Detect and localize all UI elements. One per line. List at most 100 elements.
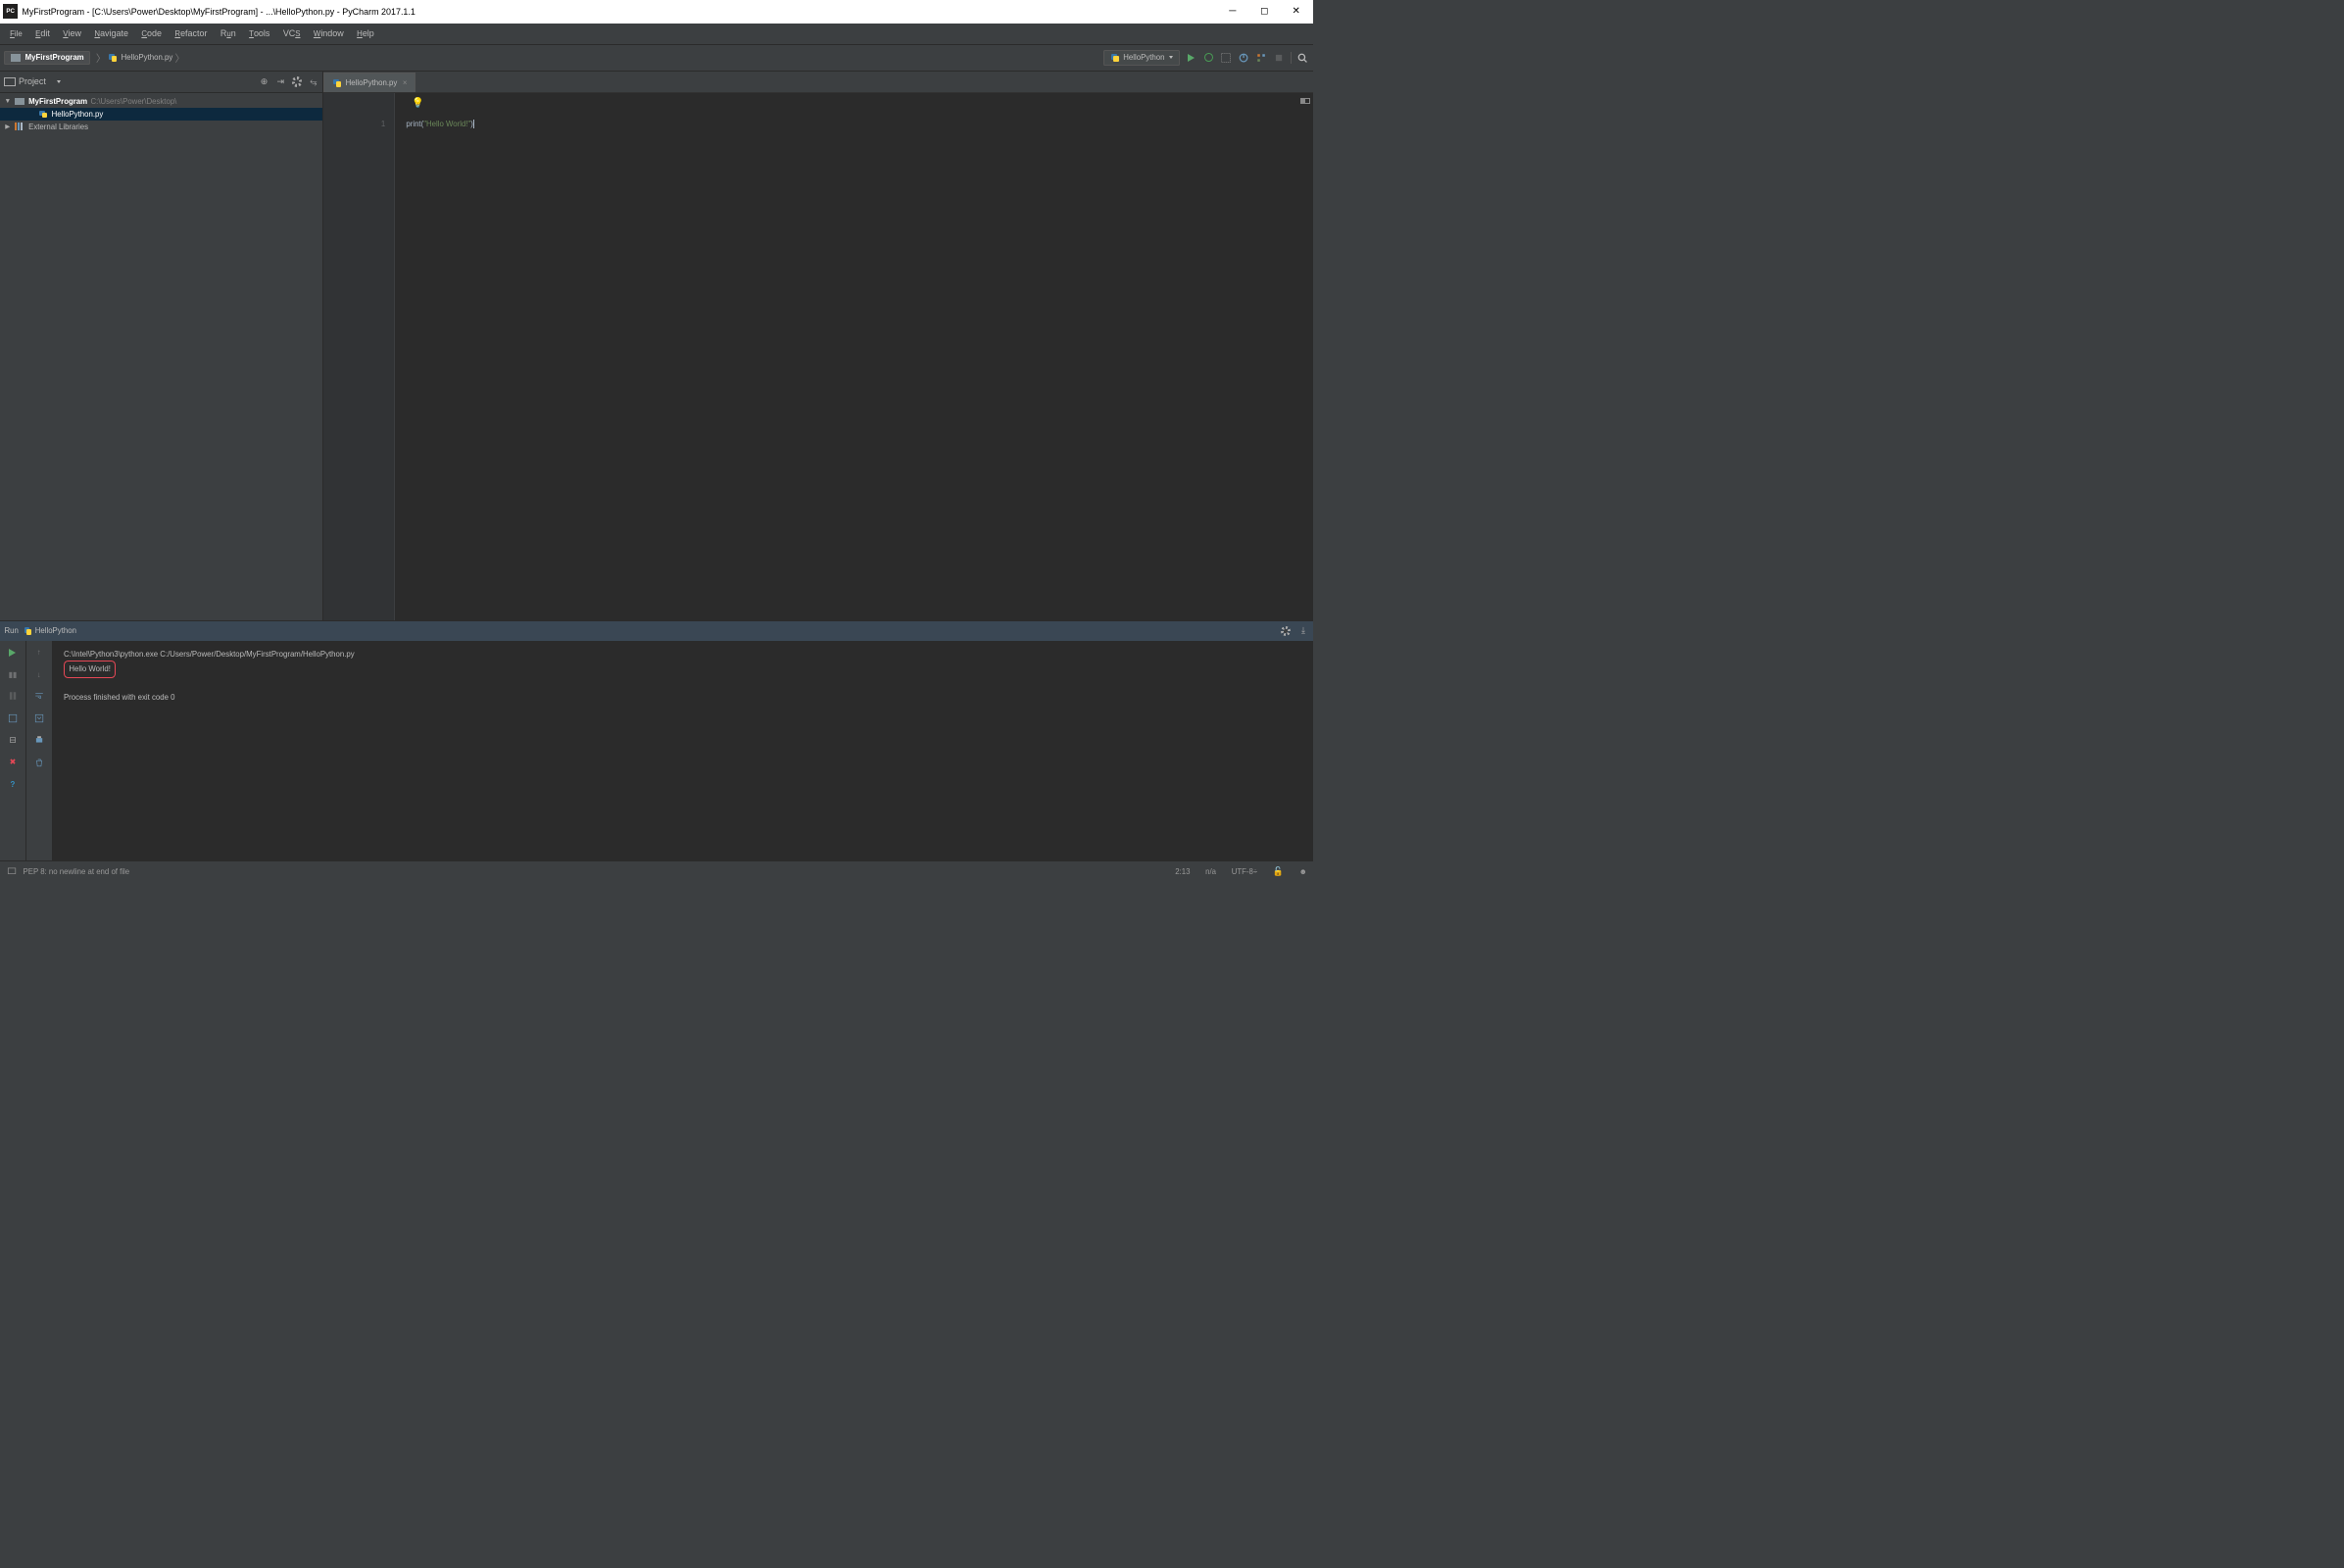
run-tool-window: Run HelloPython ⤓ ▮▮ ✖ ? ↑ ↓ C:\Intel\Py… <box>0 620 1313 860</box>
down-button: ↓ <box>33 668 45 680</box>
settings-icon[interactable] <box>292 76 302 86</box>
clear-all-button[interactable] <box>33 756 45 767</box>
concurrency-button[interactable] <box>1255 52 1267 64</box>
maximize-button[interactable]: ◻ <box>1256 4 1272 20</box>
stop-button: ▮▮ <box>7 668 19 680</box>
python-icon <box>1110 53 1120 63</box>
menu-tools[interactable]: Tools <box>242 26 276 40</box>
breadcrumb-sep-icon: 〉 <box>174 50 184 65</box>
cursor-position[interactable]: 2:13 <box>1175 867 1190 876</box>
code-editor[interactable]: 💡 1 print("Hello World!") <box>323 93 1312 620</box>
status-bar: PEP 8: no newline at end of file 2:13 n/… <box>0 860 1313 881</box>
tree-root-label: MyFirstProgram <box>28 97 87 106</box>
menu-refactor[interactable]: Refactor <box>169 26 214 40</box>
up-button: ↑ <box>33 647 45 659</box>
dump-threads-button[interactable] <box>7 712 19 724</box>
tree-file-label: HelloPython.py <box>52 110 104 119</box>
pycharm-logo-icon: PC <box>3 4 18 19</box>
expand-icon[interactable]: ▼ <box>3 98 12 105</box>
console-exit-line: Process finished with exit code 0 <box>64 691 1301 704</box>
breadcrumb-file[interactable]: HelloPython.py <box>108 53 172 63</box>
restore-layout-button[interactable] <box>7 734 19 746</box>
profile-button[interactable] <box>1238 52 1249 64</box>
menu-vcs[interactable]: VCS <box>276 26 307 40</box>
menu-view[interactable]: View <box>57 26 88 40</box>
project-tree[interactable]: ▼ MyFirstProgram C:\Users\Power\Desktop\… <box>0 93 322 135</box>
console-output-highlight: Hello World! <box>64 661 116 678</box>
code-string: "Hello World!" <box>423 120 470 128</box>
bug-icon <box>1204 53 1213 62</box>
menu-run[interactable]: Run <box>214 26 242 40</box>
inspection-icon[interactable]: ☻ <box>1299 867 1307 876</box>
menu-file[interactable]: File <box>3 26 28 40</box>
python-icon <box>23 626 32 636</box>
python-file-icon <box>108 53 118 63</box>
editor-gutter[interactable]: 1 <box>323 93 395 620</box>
tree-external-libraries[interactable]: ▶ External Libraries <box>0 121 322 132</box>
breadcrumb-project[interactable]: MyFirstProgram <box>4 51 90 65</box>
editor-area: HelloPython.py × 💡 1 print("Hello World!… <box>323 72 1312 620</box>
file-encoding[interactable]: UTF-8÷ <box>1232 867 1257 876</box>
split-editor-icon[interactable] <box>1300 98 1310 105</box>
scroll-from-source-icon[interactable]: ⊕ <box>259 76 269 86</box>
debug-button[interactable] <box>1202 52 1214 64</box>
lock-icon[interactable]: 🔓 <box>1273 866 1284 877</box>
intention-bulb-icon[interactable]: 💡 <box>412 98 424 109</box>
editor-tab[interactable]: HelloPython.py × <box>323 73 415 92</box>
menu-code[interactable]: Code <box>135 26 169 40</box>
menu-window[interactable]: Window <box>307 26 350 40</box>
run-toolbar-secondary: ↑ ↓ <box>26 641 53 860</box>
menu-bar: File Edit View Navigate Code Refactor Ru… <box>0 24 1313 45</box>
chevron-down-icon[interactable] <box>57 80 61 83</box>
search-button[interactable] <box>1296 52 1308 64</box>
tree-external-label: External Libraries <box>28 122 88 131</box>
minimize-button[interactable]: ─ <box>1225 4 1241 20</box>
collapse-all-icon[interactable]: ⇥ <box>275 76 285 86</box>
console-command-line: C:\Intel\Python3\python.exe C:/Users/Pow… <box>64 648 1301 661</box>
project-tool-window: Project ⊕ ⇥ ⥃ ▼ MyFirstProgram C:\Users\… <box>0 72 323 620</box>
coverage-button[interactable] <box>1220 52 1232 64</box>
menu-navigate[interactable]: Navigate <box>88 26 135 40</box>
menu-edit[interactable]: Edit <box>28 26 56 40</box>
status-messages-icon[interactable] <box>6 865 18 877</box>
separator <box>1291 52 1292 64</box>
editor-tab-label: HelloPython.py <box>346 78 398 87</box>
run-title-name: HelloPython <box>35 626 76 635</box>
run-button[interactable] <box>1185 52 1196 64</box>
insert-mode[interactable]: n/a <box>1205 867 1216 876</box>
console-output[interactable]: C:\Intel\Python3\python.exe C:/Users/Pow… <box>53 641 1313 860</box>
editor-tabs: HelloPython.py × <box>323 72 1312 93</box>
soft-wrap-button[interactable] <box>33 690 45 702</box>
run-panel-header[interactable]: Run HelloPython ⤓ <box>0 621 1313 641</box>
menu-help[interactable]: Help <box>350 26 380 40</box>
help-button[interactable]: ? <box>7 778 19 790</box>
scroll-to-end-button[interactable] <box>33 712 45 724</box>
run-config-label: HelloPython <box>1123 53 1164 62</box>
breadcrumb-sep-icon: 〉 <box>96 50 106 65</box>
run-panel-body: ▮▮ ✖ ? ↑ ↓ C:\Intel\Python3\python.exe C… <box>0 641 1313 860</box>
hide-panel-icon[interactable]: ⥃ <box>309 76 318 86</box>
stop-button <box>1273 52 1285 64</box>
window-title: MyFirstProgram - [C:\Users\Power\Desktop… <box>22 7 1225 17</box>
tree-project-root[interactable]: ▼ MyFirstProgram C:\Users\Power\Desktop\ <box>0 95 322 107</box>
tree-file-item[interactable]: HelloPython.py <box>0 108 322 121</box>
settings-icon[interactable] <box>1281 626 1291 636</box>
libraries-icon <box>15 122 24 130</box>
close-button[interactable]: ✕ <box>1289 4 1304 20</box>
status-message: PEP 8: no newline at end of file <box>24 867 130 876</box>
chevron-down-icon <box>1169 56 1173 59</box>
print-button[interactable] <box>33 734 45 746</box>
hide-panel-icon[interactable]: ⤓ <box>1298 626 1308 636</box>
line-number: 1 <box>323 120 385 128</box>
play-icon <box>1188 54 1195 62</box>
breadcrumb-project-label: MyFirstProgram <box>25 53 84 62</box>
code-content[interactable]: print("Hello World!") <box>395 93 485 620</box>
close-tab-icon[interactable]: × <box>403 78 408 87</box>
rerun-button[interactable] <box>7 647 19 659</box>
project-panel-header[interactable]: Project ⊕ ⇥ ⥃ <box>0 72 322 93</box>
expand-icon[interactable]: ▶ <box>3 122 12 130</box>
navigation-bar: MyFirstProgram 〉 HelloPython.py 〉 HelloP… <box>0 45 1313 72</box>
run-config-selector[interactable]: HelloPython <box>1103 50 1179 67</box>
pin-tab-button[interactable]: ✖ <box>7 756 19 767</box>
run-title-prefix: Run <box>4 626 18 635</box>
